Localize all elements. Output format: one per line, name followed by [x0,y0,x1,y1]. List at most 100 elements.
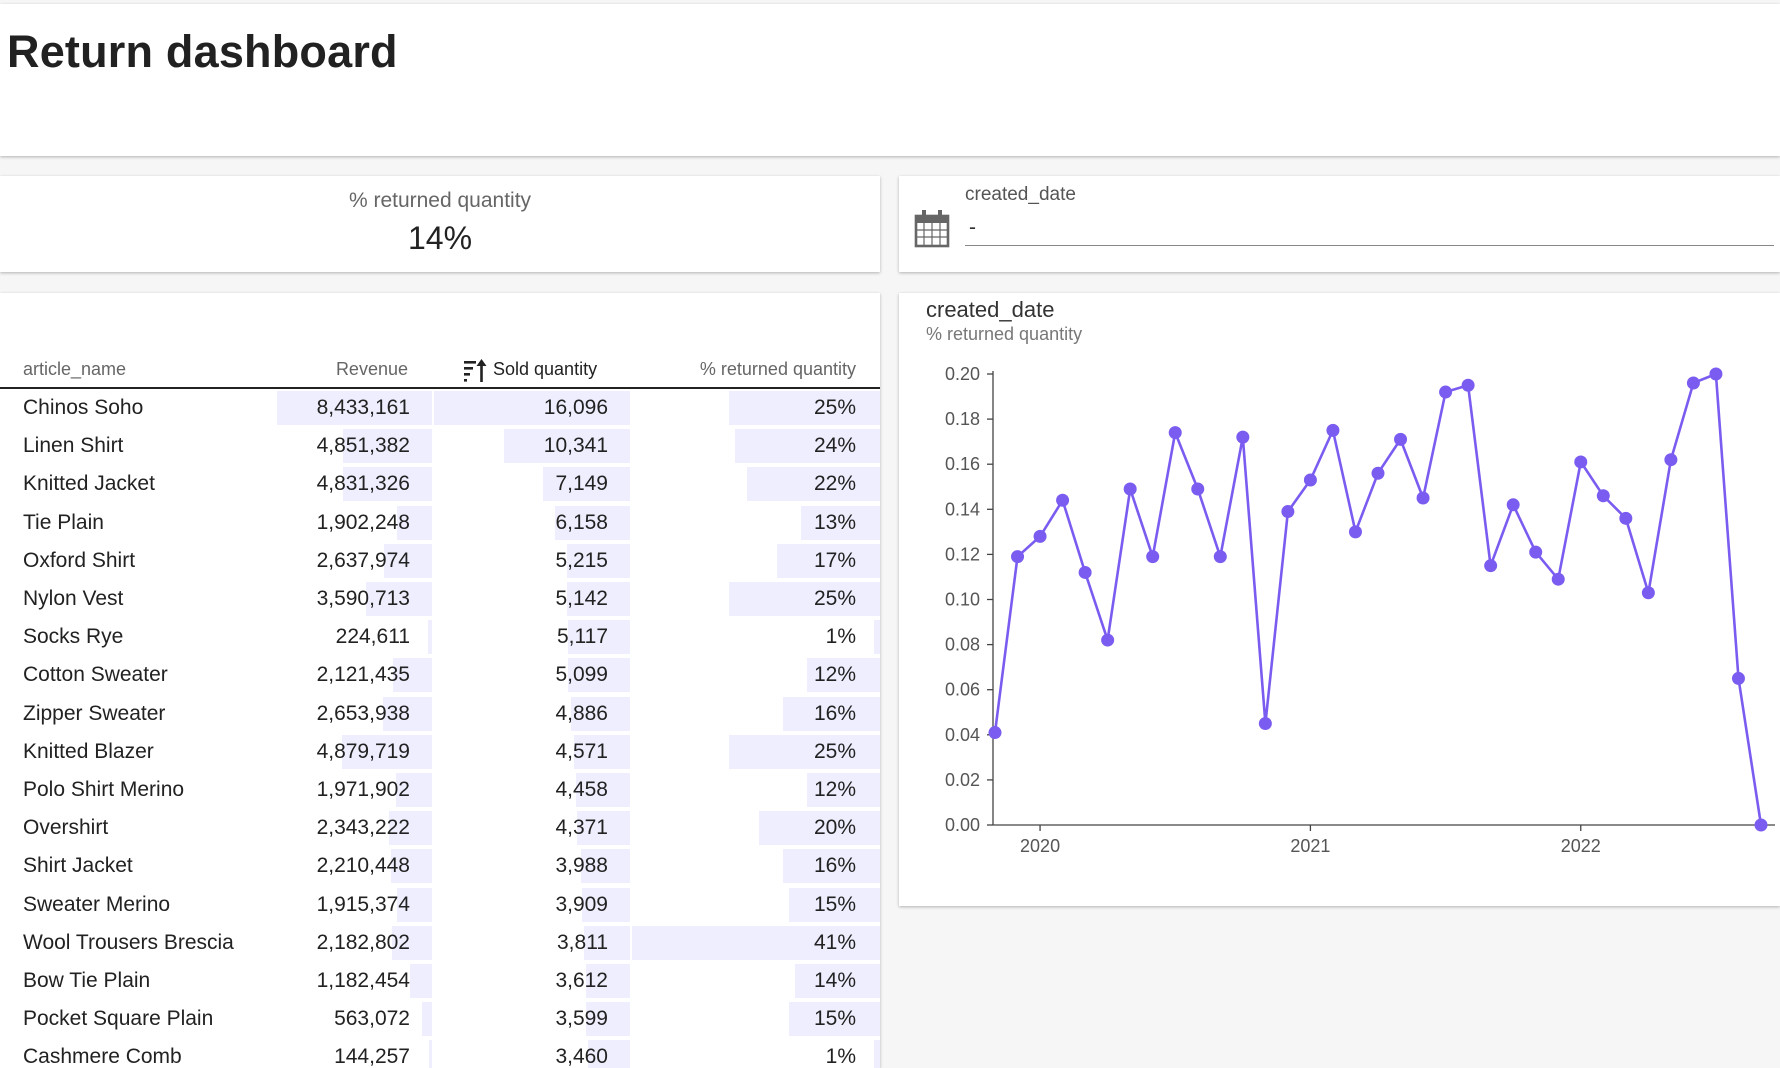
column-header-sold-quantity[interactable]: Sold quantity [464,351,598,387]
table-row[interactable]: Linen Shirt 4,851,382 10,341 24% [0,427,880,465]
returned-quantity-cell: 13% [632,504,880,542]
article-name-text: Tie Plain [23,510,104,534]
revenue-cell-text: 563,072 [334,1007,410,1031]
table-row[interactable]: Nylon Vest 3,590,713 5,142 25% [0,580,880,618]
data-point [1281,505,1295,519]
data-point [1709,367,1723,381]
table-row[interactable]: Knitted Jacket 4,831,326 7,149 22% [0,465,880,503]
table-row[interactable]: Polo Shirt Merino 1,971,902 4,458 12% [0,771,880,809]
returned-quantity-cell-text: 12% [813,778,856,801]
data-point [1641,586,1655,600]
revenue-cell: 1,915,374 [277,886,432,924]
column-header-returned-quantity[interactable]: % returned quantity [700,351,856,387]
table-row[interactable]: Oxford Shirt 2,637,974 5,215 17% [0,542,880,580]
x-tick-label: 2021 [1290,836,1330,856]
returned-quantity-cell: 12% [632,771,880,809]
table-row[interactable]: Pocket Square Plain 563,072 3,599 15% [0,1000,880,1038]
revenue-cell-text: 144,257 [334,1045,410,1068]
sold-quantity-cell: 16,096 [434,389,630,427]
revenue-cell: 2,343,222 [277,809,432,847]
data-point [1011,550,1025,564]
table-row[interactable]: Bow Tie Plain 1,182,454 3,612 14% [0,962,880,1000]
revenue-cell-text: 2,343,222 [316,816,410,840]
article-name-text: Cashmere Comb [23,1045,182,1068]
data-point [1101,633,1115,647]
date-filter-card: created_date [899,176,1780,272]
article-name-text: Zipper Sweater [23,701,166,725]
article-name-text: Shirt Jacket [23,854,133,878]
y-tick-label: 0.02 [945,770,980,790]
sold-quantity-cell: 7,149 [434,465,630,503]
sold-quantity-cell: 3,460 [434,1038,630,1068]
table-row[interactable]: Tie Plain 1,902,248 6,158 13% [0,504,880,542]
y-tick-label: 0.16 [945,454,980,474]
y-tick-label: 0.14 [945,499,980,519]
column-header-revenue[interactable]: Revenue [336,351,408,387]
sold-quantity-cell: 4,458 [434,771,630,809]
sort-descending-icon[interactable] [463,358,487,382]
table-row[interactable]: Cashmere Comb 144,257 3,460 1% [0,1038,880,1068]
article-name-text: Wool Trousers Brescia [23,930,234,954]
data-point [1168,426,1182,440]
sold-quantity-cell-text: 5,099 [555,663,608,687]
returned-quantity-cell-text: 12% [813,663,856,687]
data-point [1686,376,1700,390]
article-name-text: Overshirt [23,816,109,840]
chart-card: created_date % returned quantity 0.00 0.0… [899,293,1780,906]
table-row[interactable]: Wool Trousers Brescia 2,182,802 3,811 41% [0,924,880,962]
sold-quantity-cell: 5,099 [434,656,630,694]
articles-table-card: article_name Revenue Sold quantity % ret… [0,293,880,1068]
returned-quantity-cell: 25% [632,389,880,427]
returned-quantity-cell-text: 25% [813,739,856,763]
article-name-text: Knitted Blazer [23,739,154,763]
article-name-text: Cotton Sweater [23,663,168,687]
table-row[interactable]: Overshirt 2,343,222 4,371 20% [0,809,880,847]
returned-quantity-cell-text: 17% [813,548,856,572]
date-filter-input[interactable] [965,211,1774,246]
revenue-cell: 1,971,902 [277,771,432,809]
header-card: Return dashboard [0,4,1780,156]
revenue-cell: 2,121,435 [277,656,432,694]
sold-quantity-cell: 5,215 [434,542,630,580]
series-line [993,372,1763,826]
table-row[interactable]: Shirt Jacket 2,210,448 3,988 16% [0,847,880,885]
table-row[interactable]: Cotton Sweater 2,121,435 5,099 12% [0,656,880,694]
data-point [1123,482,1137,496]
article-name-cell: Chinos Soho [0,389,270,427]
y-tick-label: 0.10 [945,590,980,610]
article-name-text: Bow Tie Plain [23,969,151,992]
article-name-cell: Linen Shirt [0,427,270,465]
returned-quantity-cell: 15% [632,886,880,924]
revenue-cell: 2,653,938 [277,695,432,733]
article-name-cell: Oxford Shirt [0,542,270,580]
sold-quantity-cell: 3,612 [434,962,630,1000]
returned-quantity-cell-text: 1% [825,625,856,649]
table-row[interactable]: Sweater Merino 1,915,374 3,909 15% [0,886,880,924]
table-row[interactable]: Chinos Soho 8,433,161 16,096 25% [0,389,880,427]
sold-quantity-cell: 4,886 [434,695,630,733]
calendar-icon[interactable] [913,208,951,248]
line-chart: 0.00 0.02 0.04 0.06 0.08 0.10 0.12 0.14 0.16 0.18… [945,364,1775,856]
sold-quantity-cell: 4,571 [434,733,630,771]
y-tick-label: 0.20 [945,364,980,384]
returned-quantity-cell: 25% [632,580,880,618]
table-row[interactable]: Knitted Blazer 4,879,719 4,571 25% [0,733,880,771]
data-point [1664,453,1678,467]
revenue-cell-text: 2,653,938 [316,701,410,725]
sold-quantity-cell: 5,117 [434,618,630,656]
table-row[interactable]: Zipper Sweater 2,653,938 4,886 16% [0,695,880,733]
returned-quantity-cell: 24% [632,427,880,465]
table-row[interactable]: Socks Rye 224,611 5,117 1% [0,618,880,656]
data-point [1439,385,1453,399]
returned-quantity-cell: 15% [632,1000,880,1038]
article-name-text: Nylon Vest [23,587,124,610]
revenue-cell-text: 1,971,902 [316,778,410,801]
returned-quantity-cell-text: 14% [813,969,856,992]
article-name-cell: Tie Plain [0,504,270,542]
article-name-cell: Wool Trousers Brescia [0,924,270,962]
returned-quantity-cell-bar [728,734,880,769]
column-header-sold-quantity-label: Sold quantity [493,359,598,379]
article-name-text: Socks Rye [23,625,124,649]
revenue-cell-bar [421,1002,432,1037]
column-header-article-name[interactable]: article_name [23,351,126,387]
